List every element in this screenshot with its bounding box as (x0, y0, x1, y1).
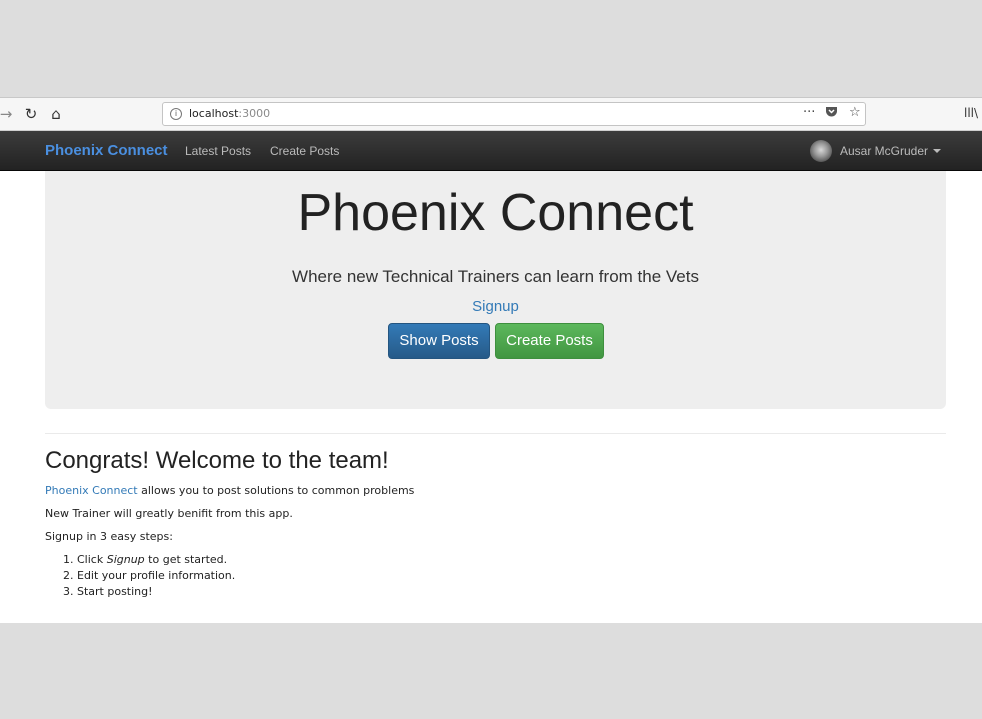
page-viewport: Phoenix Connect Latest Posts Create Post… (0, 131, 982, 623)
pocket-icon[interactable] (825, 105, 838, 122)
benefit-paragraph: New Trainer will greatly benifit from th… (45, 507, 293, 520)
page-title: Phoenix Connect (297, 184, 694, 242)
create-posts-button[interactable]: Create Posts (495, 323, 604, 359)
step-item-1: Click Signup to get started. (77, 553, 946, 566)
url-port: :3000 (238, 107, 271, 120)
back-arrow-icon[interactable]: → (0, 104, 16, 124)
intro-text: allows you to post solutions to common p… (137, 484, 415, 497)
welcome-heading: Congrats! Welcome to the team! (45, 447, 389, 474)
info-icon[interactable]: i (170, 108, 182, 120)
nav-link-latest-posts[interactable]: Latest Posts (185, 144, 251, 158)
navbar-brand[interactable]: Phoenix Connect (45, 142, 168, 159)
avatar (810, 140, 832, 162)
url-text[interactable]: localhost:3000 (189, 107, 270, 120)
home-icon[interactable]: ⌂ (46, 104, 66, 124)
step1-suffix: to get started. (144, 553, 228, 566)
reload-icon[interactable]: ↻ (21, 104, 41, 124)
intro-link[interactable]: Phoenix Connect (45, 484, 138, 497)
signup-link[interactable]: Signup (45, 298, 946, 315)
steps-intro: Signup in 3 easy steps: (45, 530, 173, 543)
chevron-down-icon (933, 149, 942, 153)
address-bar[interactable]: i localhost:3000 ··· ☆ (162, 102, 866, 126)
step1-emphasis: Signup (106, 553, 145, 566)
step-item-2: Edit your profile information. (77, 569, 946, 582)
nav-link-create-posts[interactable]: Create Posts (270, 144, 339, 158)
welcome-section: Congrats! Welcome to the team! Phoenix C… (45, 447, 946, 601)
step-item-3: Start posting! (77, 585, 946, 598)
steps-list: Click Signup to get started. Edit your p… (77, 553, 946, 598)
section-divider (45, 433, 946, 434)
intro-paragraph: Phoenix Connect allows you to post solut… (45, 484, 946, 497)
user-name: Ausar McGruder (840, 144, 929, 158)
show-posts-button[interactable]: Show Posts (388, 323, 490, 359)
url-host: localhost (189, 107, 239, 120)
jumbotron: Phoenix Connect Where new Technical Trai… (45, 171, 946, 409)
browser-toolbar: → ↻ ⌂ i localhost:3000 ··· ☆ lll\ (0, 97, 982, 131)
library-icon[interactable]: lll\ (964, 106, 978, 120)
more-icon[interactable]: ··· (803, 105, 815, 120)
page-subtitle: Where new Technical Trainers can learn f… (292, 267, 699, 286)
site-navbar: Phoenix Connect Latest Posts Create Post… (0, 131, 982, 171)
bookmark-star-icon[interactable]: ☆ (849, 105, 861, 120)
user-menu[interactable]: Ausar McGruder (810, 140, 942, 162)
step1-prefix: Click (77, 553, 107, 566)
